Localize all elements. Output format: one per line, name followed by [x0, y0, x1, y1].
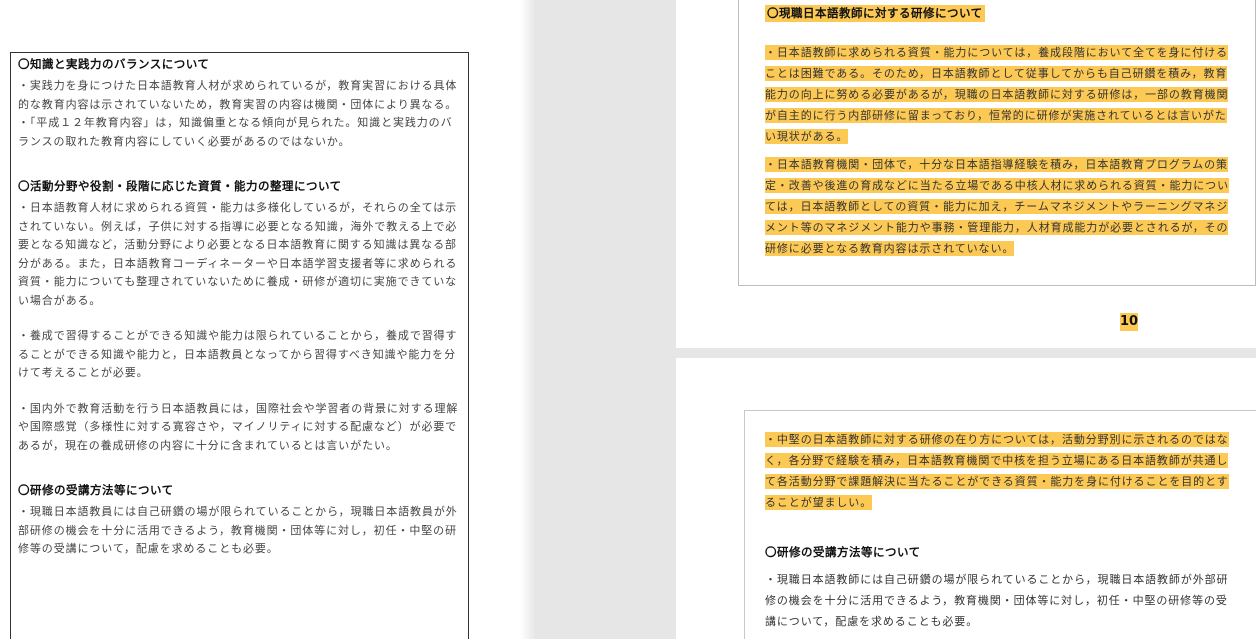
left-document-page: 〇知識と実践力のバランスについて ・実践力を身につけた日本語教育人材が求められて… — [10, 52, 469, 639]
paragraph: ・現職日本語教師には自己研鑽の場が限られていることから，現職日本語教師が外部研修… — [765, 573, 1229, 628]
page-content-frame: ・中堅の日本語教師に対する研修の在り方については，活動分野別に示されるのではなく… — [744, 410, 1256, 639]
viewer-page-10: 〇現職日本語教師に対する研修について ・日本語教師に求められる資質・能力について… — [676, 0, 1256, 348]
highlighted-paragraph: ・中堅の日本語教師に対する研修の在り方については，活動分野別に示されるのではなく… — [765, 432, 1229, 510]
left-document-pane: 〇知識と実践力のバランスについて ・実践力を身につけた日本語教育人材が求められて… — [0, 0, 536, 639]
paragraph: ・現職日本語教員には自己研鑽の場が限られていることから，現職日本語教員が外部研修… — [18, 505, 458, 555]
section-title-knowledge-balance: 〇知識と実践力のバランスについて — [18, 57, 210, 71]
paragraph: ・養成で習得することができる知識や能力は限られていることから，養成で習得すること… — [18, 329, 458, 379]
paragraph: ・「平成１２年教育内容」は，知識偏重となる傾向が見られた。知識と実践力のバランス… — [18, 116, 453, 148]
page-content-frame: 〇現職日本語教師に対する研修について ・日本語教師に求められる資質・能力について… — [738, 0, 1256, 286]
section-title-training-attendance: 〇研修の受講方法等について — [18, 483, 174, 497]
page-number-badge: 10 — [1120, 313, 1139, 331]
viewer-page-11: ・中堅の日本語教師に対する研修の在り方については，活動分野別に示されるのではなく… — [676, 358, 1256, 639]
highlighted-paragraph: ・日本語教師に求められる資質・能力については，養成段階において全てを身に付けるこ… — [765, 45, 1229, 144]
paragraph: ・日本語教育人材に求められる資質・能力は多様化しているが，それらの全ては示されて… — [18, 201, 458, 307]
paragraph: ・実践力を身につけた日本語教育人材が求められているが，教育実習における具体的な教… — [18, 79, 458, 111]
section-title-competency: 〇活動分野や役割・段階に応じた資質・能力の整理について — [18, 179, 342, 193]
pane-divider — [520, 0, 536, 639]
paragraph: ・国内外で教育活動を行う日本語教員には，国際社会や学習者の背景に対する理解や国際… — [18, 401, 459, 452]
section-title-incumbent-training: 〇現職日本語教師に対する研修について — [765, 5, 985, 22]
highlighted-paragraph: ・日本語教育機関・団体で，十分な日本語指導経験を積み，日本語教育プログラムの策定… — [765, 157, 1229, 256]
right-document-viewer[interactable]: 〇現職日本語教師に対する研修について ・日本語教師に求められる資質・能力について… — [536, 0, 1256, 639]
section-title-training-attendance: 〇研修の受講方法等について — [765, 545, 921, 559]
